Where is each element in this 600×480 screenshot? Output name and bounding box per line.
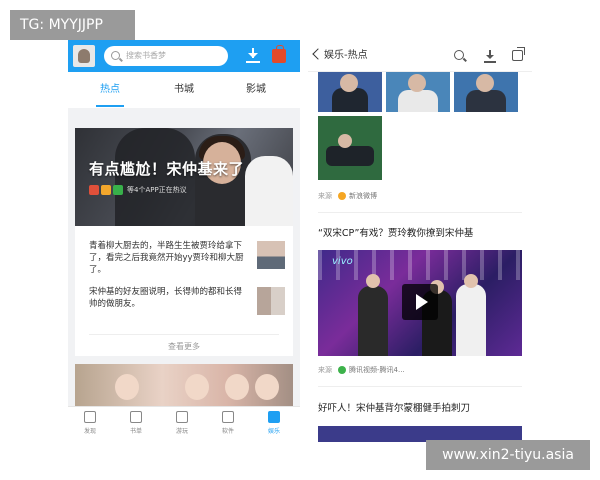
video-icon (113, 185, 123, 195)
app-icon (101, 185, 111, 195)
right-top-bar: 娱乐-热点 (308, 40, 532, 72)
source-line: 来源 新浪微博 (318, 188, 377, 204)
nav-booklist[interactable]: 书单 (116, 411, 156, 441)
nav-discover[interactable]: 发现 (70, 411, 110, 441)
hero-title: 有点尴尬！宋仲基来了 (89, 160, 245, 178)
screenshot-canvas: 搜索书香梦 热点 书城 影城 有点尴尬！宋仲基来了 等4个APP正在热议 青着柳… (0, 0, 600, 480)
tencent-video-icon (338, 366, 346, 374)
source-name[interactable]: 新浪微博 (349, 192, 377, 200)
photo-thumbnail[interactable] (318, 72, 382, 112)
source-label: 来源 (318, 192, 332, 200)
article-headline[interactable]: “双宋CP”有戏？贾玲教你撩到宋仲基 (318, 227, 522, 241)
tab-cinema[interactable]: 影城 (226, 72, 286, 108)
search-icon (111, 51, 120, 60)
nav-label: 书单 (129, 428, 142, 435)
star-icon (268, 411, 280, 423)
hero-meta: 等4个APP正在热议 (89, 184, 187, 196)
vivo-logo: vivo (332, 256, 353, 267)
grid-icon (222, 411, 234, 423)
left-top-bar: 搜索书香梦 (68, 40, 300, 72)
home-icon (84, 411, 96, 423)
channel-tabs: 热点 书城 影城 (68, 72, 300, 108)
url-watermark: www.xin2-tiyu.asia (426, 440, 590, 470)
nav-play[interactable]: 游玩 (162, 411, 202, 441)
next-card-image[interactable] (75, 364, 293, 406)
back-arrow-icon[interactable] (312, 48, 324, 60)
photo-thumbnail[interactable] (386, 72, 450, 112)
search-icon[interactable] (454, 50, 464, 60)
page-title: 娱乐-热点 (324, 50, 368, 61)
play-icon[interactable] (402, 284, 438, 320)
nav-label: 发现 (83, 428, 96, 435)
tab-hot[interactable]: 热点 (80, 72, 140, 108)
bookshelf-icon (130, 411, 142, 423)
weibo-icon (338, 192, 346, 200)
shopping-bag-icon[interactable] (272, 45, 286, 63)
search-placeholder: 搜索书香梦 (126, 51, 166, 60)
image-icon (176, 411, 188, 423)
left-phone-screen: 搜索书香梦 热点 书城 影城 有点尴尬！宋仲基来了 等4个APP正在热议 青着柳… (68, 40, 300, 442)
download-icon[interactable] (484, 50, 496, 63)
source-name[interactable]: 腾讯视频-腾讯4... (349, 366, 405, 374)
list-item-text: 宋仲基的好友圈说明，长得帅的都和长得帅的做朋友。 (89, 287, 243, 309)
hero-image[interactable]: 有点尴尬！宋仲基来了 等4个APP正在热议 (75, 128, 293, 226)
divider (89, 334, 279, 335)
tab-bookstore[interactable]: 书城 (154, 72, 214, 108)
view-more-link[interactable]: 查看更多 (75, 340, 293, 354)
article-headline[interactable]: 好吓人！宋仲基背尔蒙棚健手拍刺刀 (318, 402, 522, 416)
source-line: 来源 腾讯视频-腾讯4... (318, 362, 405, 378)
bottom-nav: 发现 书单 游玩 软件 娱乐 (68, 406, 300, 442)
search-input[interactable]: 搜索书香梦 (104, 46, 228, 66)
right-phone-screen: 娱乐-热点 来源 新浪微博 “双宋CP”有戏？贾玲教你撩到宋仲基 vivo 来源… (308, 40, 532, 442)
nav-label: 娱乐 (267, 428, 280, 435)
list-item-text: 青着柳大厨去的，半路生生被贾玲给拿下了，看完之后我竟然开始yy贾玲和柳大厨了。 (89, 241, 244, 275)
photo-thumbnail[interactable] (454, 72, 518, 112)
telegram-watermark: TG: MYYJJPP (10, 10, 135, 40)
divider (318, 212, 522, 213)
hero-meta-text: 等4个APP正在热议 (127, 186, 187, 194)
weibo-icon (89, 185, 99, 195)
list-item-thumbnail (257, 287, 285, 315)
news-card[interactable]: 有点尴尬！宋仲基来了 等4个APP正在热议 青着柳大厨去的，半路生生被贾玲给拿下… (75, 128, 293, 356)
video-thumbnail[interactable]: vivo (318, 250, 522, 356)
active-tab-indicator (96, 105, 124, 107)
list-item-thumbnail (257, 241, 285, 269)
source-label: 来源 (318, 366, 332, 374)
nav-label: 游玩 (175, 428, 188, 435)
nav-software[interactable]: 软件 (208, 411, 248, 441)
download-icon[interactable] (246, 48, 260, 64)
share-icon[interactable] (512, 47, 525, 61)
avatar[interactable] (73, 45, 95, 67)
divider (318, 386, 522, 387)
photo-thumbnail[interactable] (318, 116, 382, 180)
nav-label: 软件 (221, 428, 234, 435)
nav-entertainment[interactable]: 娱乐 (254, 411, 294, 441)
